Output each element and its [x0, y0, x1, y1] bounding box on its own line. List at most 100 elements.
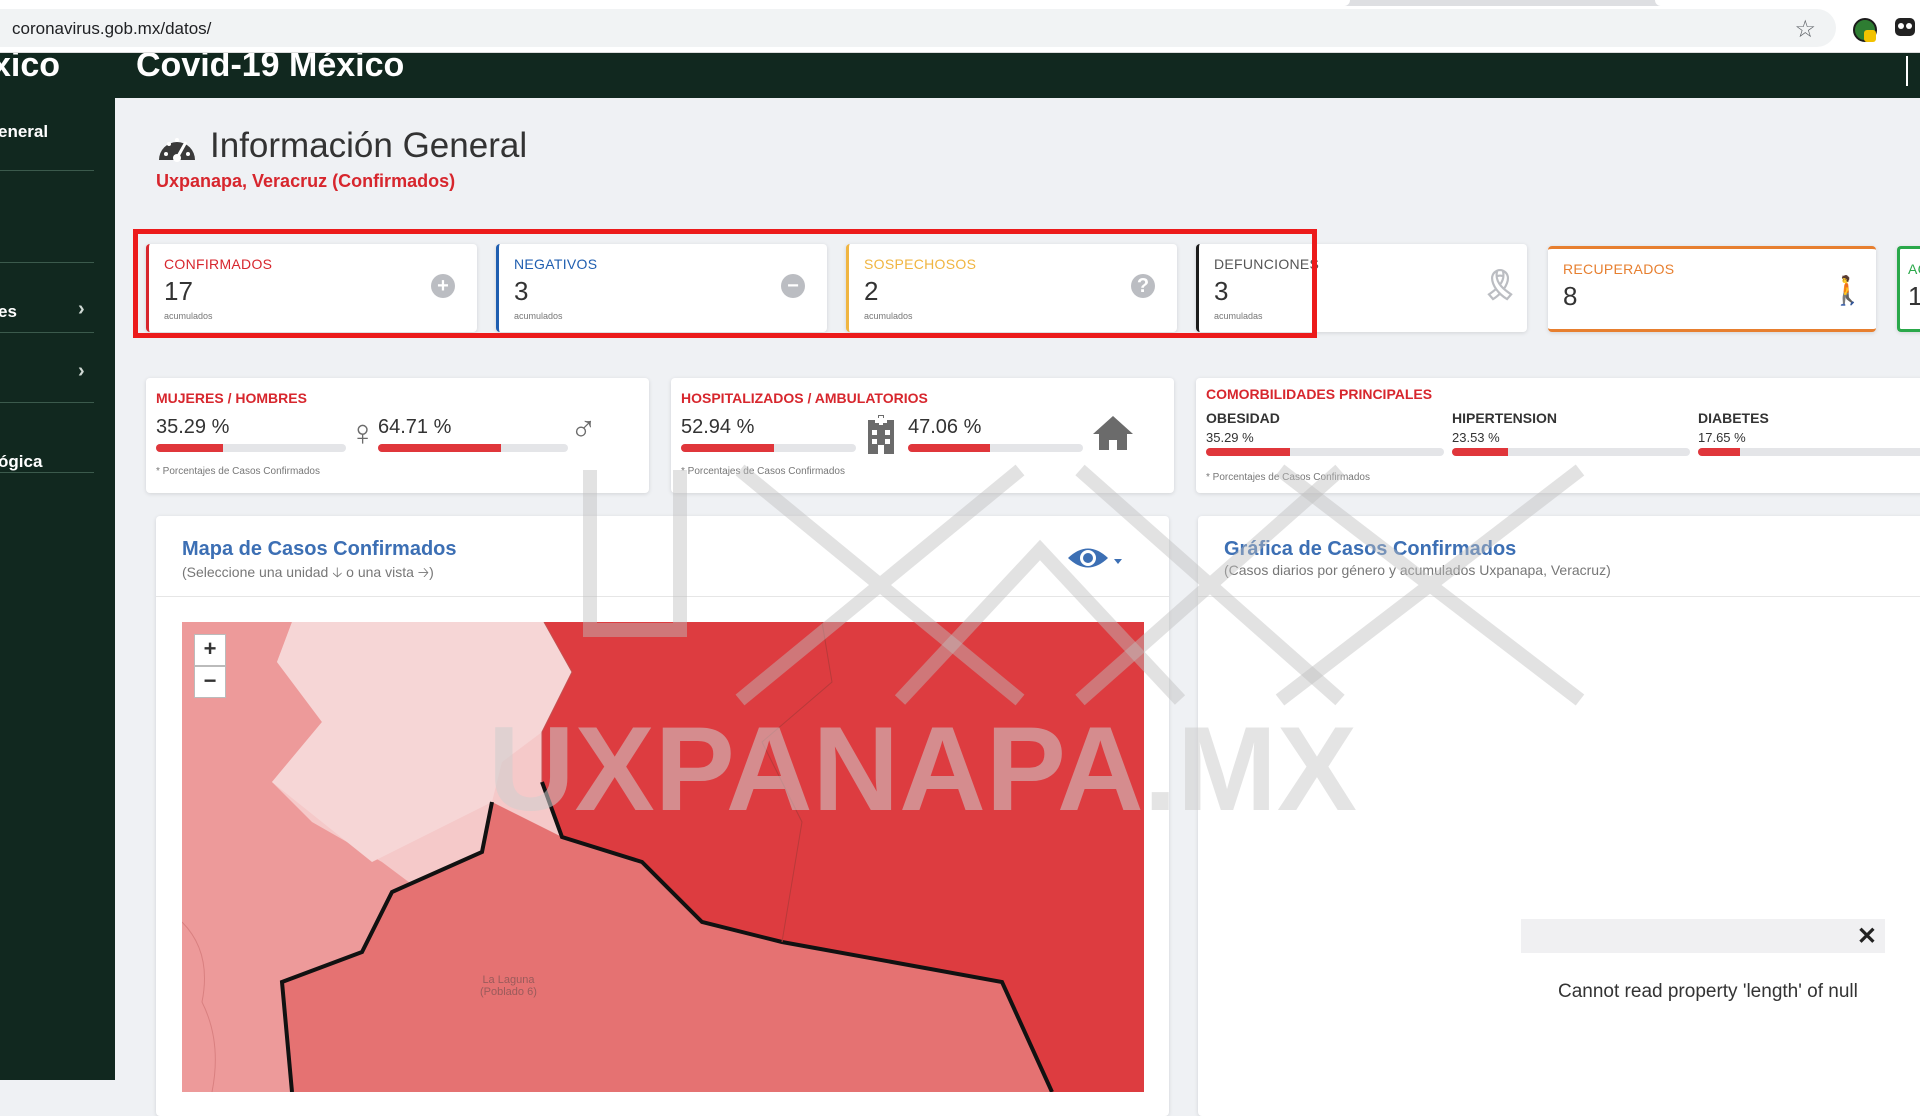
error-message: Cannot read property 'length' of null — [1558, 981, 1858, 1002]
stat-unit: acumuladas — [1214, 311, 1263, 321]
stat-card-sospechosos[interactable]: SOSPECHOSOS 2 acumulados ? — [846, 244, 1177, 332]
stat-value: 3 — [1214, 276, 1229, 306]
stat-card-confirmados[interactable]: CONFIRMADOS 17 acumulados + — [146, 244, 477, 332]
stat-value: 1 — [1908, 281, 1920, 311]
close-icon[interactable]: ✕ — [1857, 922, 1877, 951]
stat-card-activos[interactable]: AC 1 — [1897, 246, 1920, 332]
chevron-right-icon: › — [78, 298, 85, 320]
walking-person-icon: 🚶 — [1830, 275, 1865, 306]
question-circle-icon: ? — [1131, 274, 1155, 298]
choropleth-map[interactable]: + − La Laguna (Poblado 6) — [182, 622, 1144, 1092]
map-polygons — [182, 622, 1144, 1092]
page-subtitle: Uxpanapa, Veracruz (Confirmados) — [156, 171, 456, 191]
hospital-note: * Porcentajes de Casos Confirmados — [681, 466, 845, 477]
chart-subtitle: (Casos diarios por género y acumulados U… — [1224, 562, 1611, 578]
ribbon-icon: 🎗 — [1481, 269, 1520, 302]
zoom-in-button[interactable]: + — [194, 634, 226, 666]
sidebar-item-epidemiologica[interactable]: ógica — [0, 402, 94, 473]
profile-icon[interactable] — [1895, 18, 1915, 36]
comorbidity-percent: 17.65 % — [1698, 430, 1746, 445]
map-place-label: La Laguna (Poblado 6) — [480, 974, 537, 998]
browser-chrome: coronavirus.gob.mx/datos/ ☆ — [0, 0, 1920, 53]
app-title: Covid-19 México — [136, 52, 405, 84]
hospital-card: HOSPITALIZADOS / AMBULATORIOS 52.94 % 47… — [671, 378, 1174, 493]
sidebar-item-expandable[interactable]: es › — [0, 262, 94, 333]
stat-unit: acumulados — [514, 311, 563, 321]
plus-circle-icon: + — [431, 274, 455, 298]
chart-card: Gráfica de Casos Confirmados (Casos diar… — [1198, 516, 1920, 1116]
app-header: xico Covid-19 México — [0, 52, 1920, 98]
stat-value: 8 — [1563, 281, 1578, 311]
stat-value: 3 — [514, 276, 529, 306]
browser-tab-active[interactable] — [0, 0, 1350, 6]
hospital-title: HOSPITALIZADOS / AMBULATORIOS — [681, 390, 928, 406]
stat-unit: acumulados — [164, 311, 213, 321]
stat-card-defunciones[interactable]: DEFUNCIONES 3 acumuladas 🎗 — [1196, 244, 1527, 332]
hospitalized-bar — [681, 444, 856, 452]
eye-view-dropdown-icon[interactable] — [1066, 543, 1124, 573]
extension-badge-icon — [1864, 30, 1876, 42]
map-card: Mapa de Casos Confirmados (Seleccione un… — [156, 516, 1169, 1116]
sidebar-item-label: ógica — [0, 452, 43, 471]
zoom-out-button[interactable]: − — [194, 666, 226, 698]
hospitalized-bar-fill — [681, 444, 774, 452]
gender-note: * Porcentajes de Casos Confirmados — [156, 466, 320, 477]
minus-circle-icon: − — [781, 274, 805, 298]
female-icon: ♀ — [349, 412, 376, 453]
card-divider — [156, 596, 1169, 597]
comorbidity-label: HIPERTENSION — [1452, 410, 1558, 426]
comorbidity-bar-fill — [1698, 448, 1741, 456]
sidebar-item-general[interactable]: eneral — [0, 80, 94, 171]
comorbidity-bar-fill — [1452, 448, 1508, 456]
home-icon — [1093, 416, 1133, 450]
comorbidity-percent: 35.29 % — [1206, 430, 1254, 445]
comorbidity-percent: 23.53 % — [1452, 430, 1500, 445]
stat-label: NEGATIVOS — [514, 256, 598, 272]
stat-card-negativos[interactable]: NEGATIVOS 3 acumulados − — [496, 244, 827, 332]
women-bar — [156, 444, 346, 452]
men-percent: 64.71 % — [378, 416, 452, 438]
women-percent: 35.29 % — [156, 416, 230, 438]
male-icon: ♂ — [570, 408, 597, 449]
sidebar: eneral es › › ógica — [0, 98, 115, 1080]
map-place-detail: (Poblado 6) — [480, 986, 537, 998]
sidebar-item[interactable] — [0, 170, 94, 263]
stat-card-recuperados[interactable]: RECUPERADOS 8 🚶 — [1548, 246, 1876, 332]
comorbidity-bar — [1452, 448, 1690, 456]
ambulatory-bar — [908, 444, 1083, 452]
comorbidity-bar — [1698, 448, 1920, 456]
address-bar[interactable]: coronavirus.gob.mx/datos/ ☆ — [0, 9, 1836, 47]
men-bar-fill — [378, 444, 501, 452]
ambulatory-percent: 47.06 % — [908, 416, 982, 438]
stat-label: SOSPECHOSOS — [864, 256, 977, 272]
stat-label: CONFIRMADOS — [164, 256, 273, 272]
map-place-name: La Laguna — [482, 974, 535, 986]
comorbidities-note: * Porcentajes de Casos Confirmados — [1206, 472, 1370, 483]
hospital-icon — [868, 415, 894, 454]
ambulatory-bar-fill — [908, 444, 991, 452]
page-title: Información General — [210, 126, 528, 165]
stat-label: AC — [1908, 261, 1920, 277]
comorbidities-title: COMORBILIDADES PRINCIPALES — [1206, 386, 1433, 402]
stat-unit: acumulados — [864, 311, 913, 321]
sidebar-item-label: es — [0, 302, 17, 321]
gender-title: MUJERES / HOMBRES — [156, 390, 307, 406]
header-divider — [1906, 56, 1908, 86]
bookmark-star-icon[interactable]: ☆ — [1794, 15, 1816, 44]
dashboard-gauge-icon — [159, 138, 195, 162]
chevron-right-icon: › — [78, 360, 85, 382]
browser-tab[interactable] — [1655, 0, 1920, 6]
url-text[interactable]: coronavirus.gob.mx/datos/ — [12, 19, 211, 39]
stat-label: DEFUNCIONES — [1214, 256, 1320, 272]
hospitalized-percent: 52.94 % — [681, 416, 755, 438]
main-content: Información General Uxpanapa, Veracruz (… — [115, 98, 1920, 1116]
card-divider — [1198, 596, 1920, 597]
comorbidity-label: OBESIDAD — [1206, 410, 1280, 426]
map-subtitle: (Seleccione una unidad 🡣 o una vista 🡢) — [182, 564, 434, 580]
map-title: Mapa de Casos Confirmados — [182, 538, 457, 560]
men-bar — [378, 444, 568, 452]
tab-strip — [0, 0, 1920, 6]
comorbidity-label: DIABETES — [1698, 410, 1769, 426]
comorbidity-bar-fill — [1206, 448, 1290, 456]
sidebar-item-expandable[interactable]: › — [0, 332, 94, 403]
